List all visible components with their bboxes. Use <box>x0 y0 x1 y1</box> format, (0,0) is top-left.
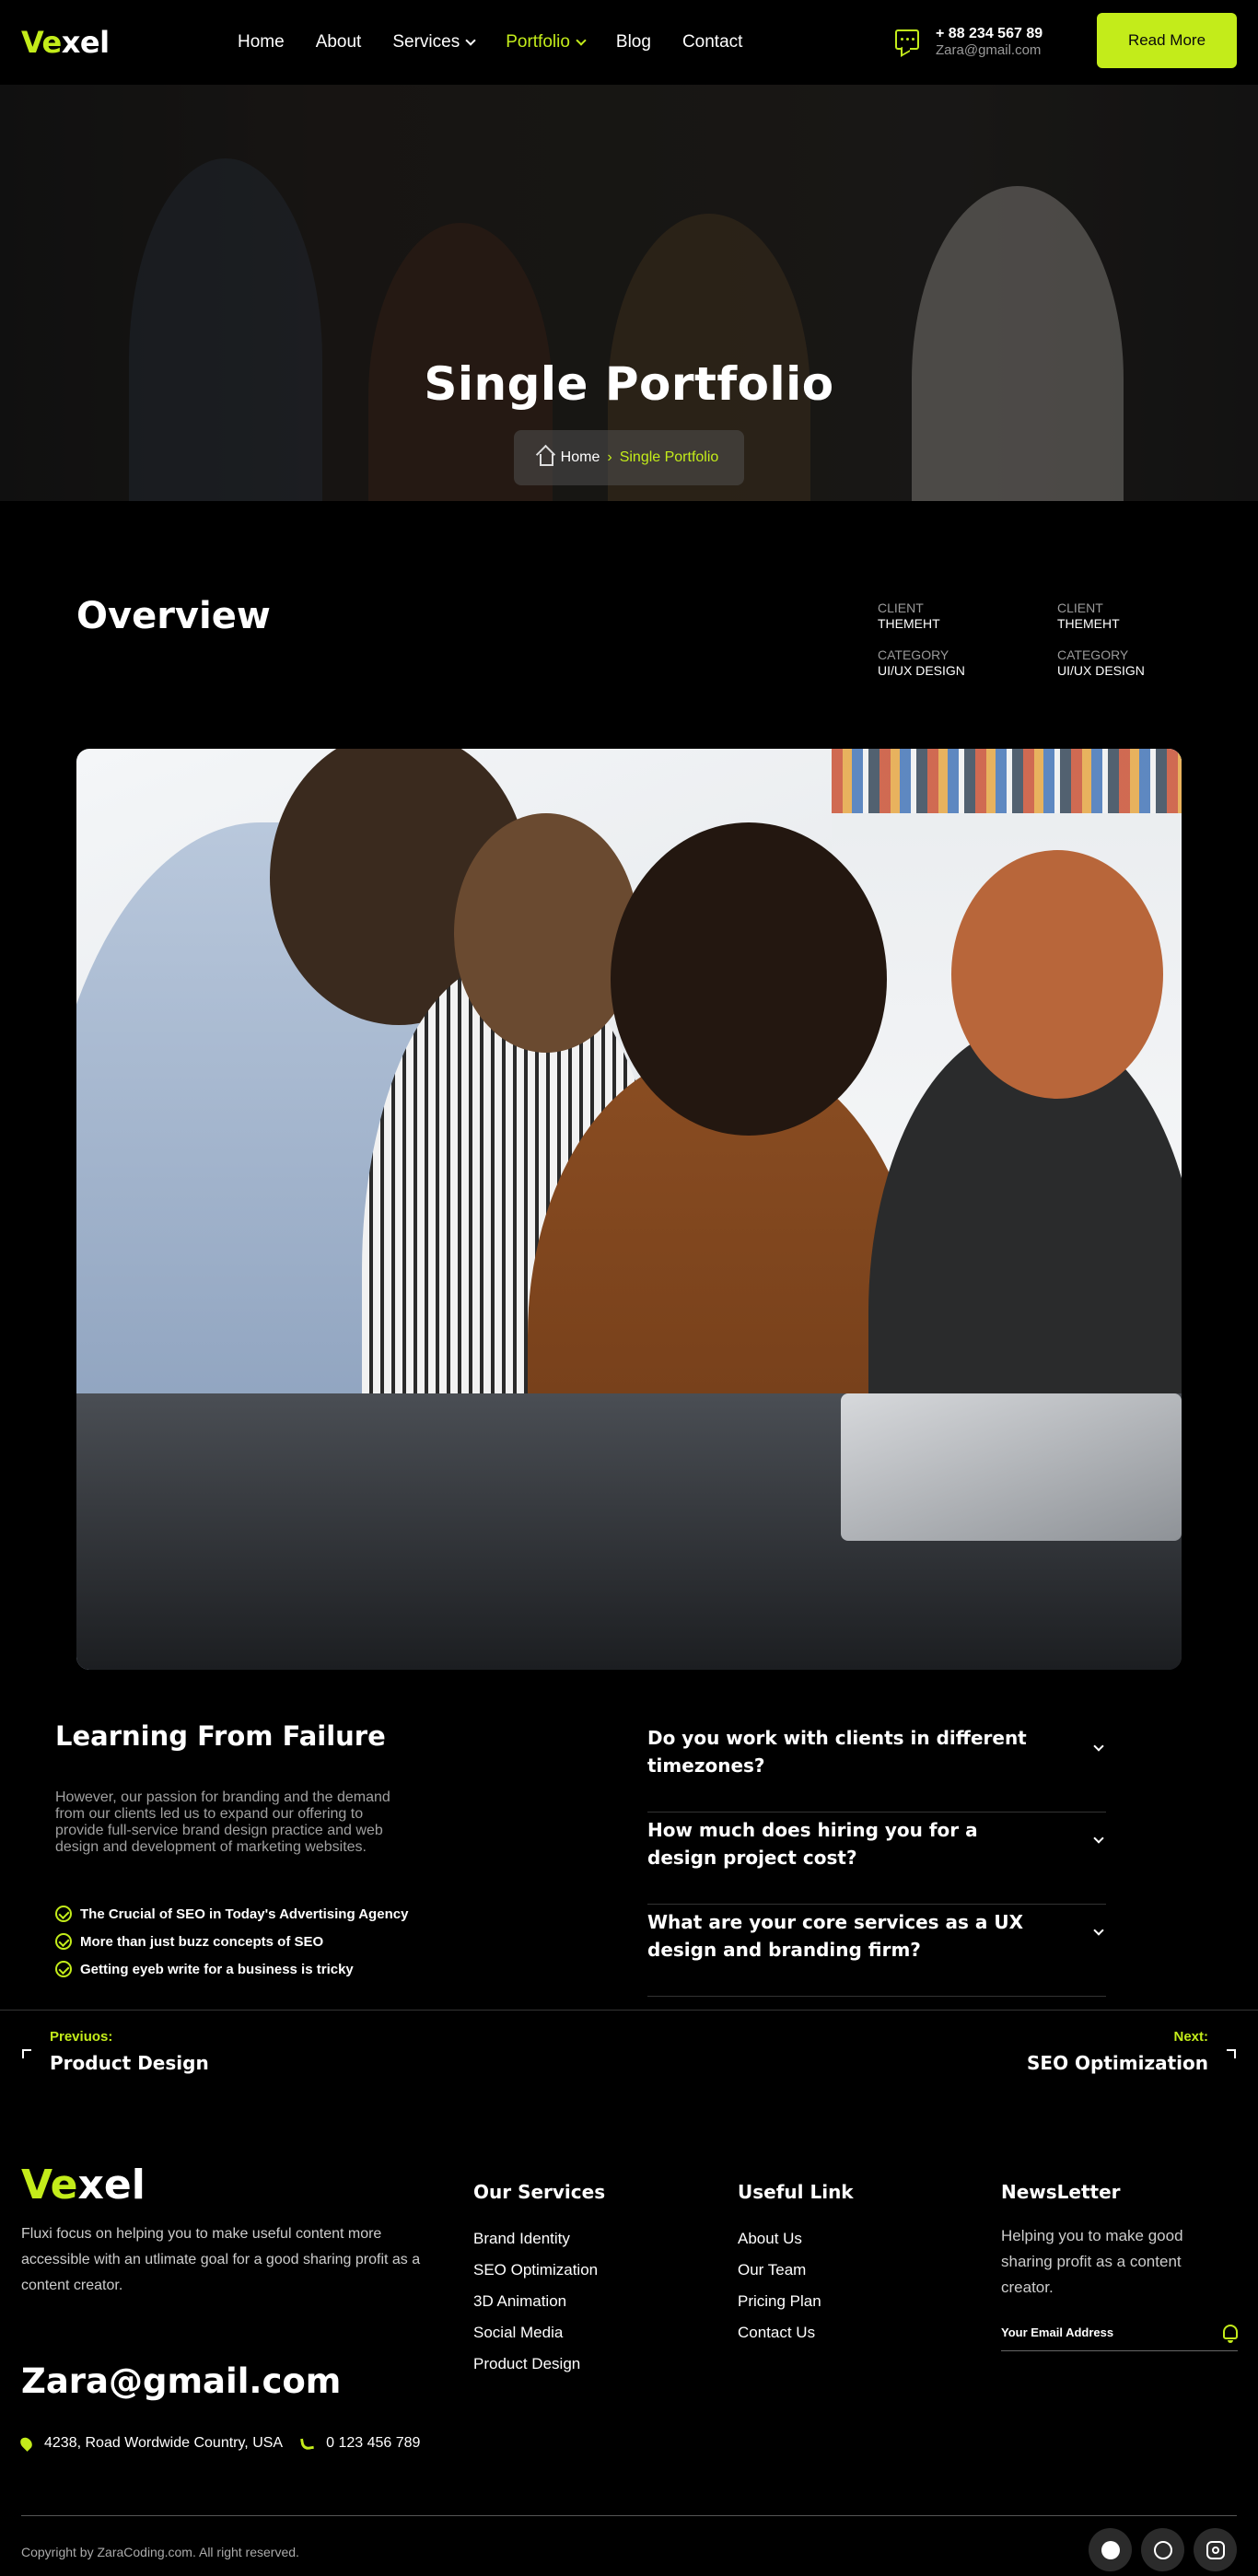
chevron-down-icon <box>576 34 587 46</box>
faq-accordion: Do you work with clients in different ti… <box>647 1720 1106 1997</box>
footer-link[interactable]: Contact Us <box>738 2317 854 2349</box>
arrow-up-right-icon <box>1227 2049 1236 2058</box>
list-item: Getting eyeb write for a business is tri… <box>55 1955 408 1983</box>
breadcrumb: Home › Single Portfolio <box>514 430 744 485</box>
footer-address: 4238, Road Wordwide Country, USA <box>44 2435 284 2451</box>
overview-title: Overview <box>76 595 271 637</box>
learning-title: Learning From Failure <box>55 1720 386 1752</box>
facebook-icon[interactable] <box>1089 2528 1132 2571</box>
footer-email[interactable]: Zara@gmail.com <box>21 2361 341 2401</box>
category-value: UI/UX DESIGN <box>878 663 965 678</box>
list-item: The Crucial of SEO in Today's Advertisin… <box>55 1900 408 1928</box>
dribbble-icon[interactable] <box>1141 2528 1184 2571</box>
footer-link[interactable]: Pricing Plan <box>738 2286 854 2317</box>
newsletter-email-input[interactable] <box>1001 2325 1185 2339</box>
breadcrumb-current: Single Portfolio <box>619 449 719 465</box>
footer-link[interactable]: Brand Identity <box>473 2223 605 2255</box>
footer-link[interactable]: Social Media <box>473 2317 605 2349</box>
instagram-icon[interactable] <box>1194 2528 1237 2571</box>
page-title: Single Portfolio <box>424 357 834 411</box>
footer-link[interactable]: 3D Animation <box>473 2286 605 2317</box>
header-phone[interactable]: + 88 234 567 89 <box>936 26 1043 42</box>
chat-icon <box>895 29 919 50</box>
portfolio-main-image <box>76 749 1182 1670</box>
nav-home[interactable]: Home <box>238 32 285 52</box>
prev-project-link[interactable]: Previuos: Product Design <box>22 2029 209 2074</box>
list-item: More than just buzz concepts of SEO <box>55 1928 408 1955</box>
breadcrumb-home[interactable]: Home <box>561 449 600 466</box>
header-email[interactable]: Zara@gmail.com <box>936 42 1043 59</box>
nav-portfolio[interactable]: Portfolio <box>506 32 587 52</box>
footer-services: Our Services Brand Identity SEO Optimiza… <box>473 2181 605 2380</box>
footer-newsletter: NewsLetter Helping you to make good shar… <box>1001 2181 1238 2351</box>
check-circle-icon <box>55 1933 72 1950</box>
chevron-down-icon <box>1093 1925 1104 1936</box>
divider <box>0 2010 1258 2011</box>
footer-contact: 4238, Road Wordwide Country, USA 0 123 4… <box>17 2435 420 2452</box>
bell-icon[interactable] <box>1223 2325 1238 2343</box>
check-list: The Crucial of SEO in Today's Advertisin… <box>55 1900 408 1983</box>
project-meta: CLIENT THEMEHT CATEGORY UI/UX DESIGN <box>878 600 965 678</box>
copyright-text: Copyright by ZaraCoding.com. All right r… <box>21 2545 299 2559</box>
learning-text: However, our passion for branding and th… <box>55 1789 390 1855</box>
check-circle-icon <box>55 1906 72 1922</box>
hero-banner: Single Portfolio Home › Single Portfolio <box>0 85 1258 501</box>
phone-icon <box>300 2436 315 2451</box>
faq-item[interactable]: Do you work with clients in different ti… <box>647 1720 1106 1813</box>
footer-logo[interactable]: Vexel <box>21 2162 146 2209</box>
client-value: THEMEHT <box>1057 616 1120 631</box>
nav-about[interactable]: About <box>316 32 362 52</box>
faq-item[interactable]: What are your core services as a UX desi… <box>647 1905 1106 1997</box>
arrow-up-left-icon <box>22 2049 31 2058</box>
project-meta: CLIENT THEMEHT CATEGORY UI/UX DESIGN <box>1057 600 1145 678</box>
site-header: Vexel Home About Services Portfolio Blog… <box>0 0 1258 85</box>
check-circle-icon <box>55 1961 72 1977</box>
social-links <box>1089 2528 1237 2571</box>
footer-link[interactable]: SEO Optimization <box>473 2255 605 2286</box>
footer-link[interactable]: Our Team <box>738 2255 854 2286</box>
client-value: THEMEHT <box>878 616 940 631</box>
footer-link[interactable]: About Us <box>738 2223 854 2255</box>
nav-blog[interactable]: Blog <box>616 32 651 52</box>
logo[interactable]: Vexel <box>21 25 110 60</box>
chevron-right-icon: › <box>607 449 612 465</box>
next-project-link[interactable]: Next: SEO Optimization <box>1027 2029 1236 2074</box>
main-nav: Home About Services Portfolio Blog Conta… <box>238 0 774 85</box>
footer-link[interactable]: Product Design <box>473 2349 605 2380</box>
read-more-button[interactable]: Read More <box>1097 13 1237 68</box>
faq-item[interactable]: How much does hiring you for a design pr… <box>647 1813 1106 1905</box>
footer-about: Fluxi focus on helping you to make usefu… <box>21 2226 421 2293</box>
footer-phone[interactable]: 0 123 456 789 <box>326 2435 420 2452</box>
nav-contact[interactable]: Contact <box>682 32 742 52</box>
overview-section: Overview CLIENT THEMEHT CATEGORY UI/UX D… <box>0 501 1258 750</box>
chevron-down-icon <box>465 34 476 46</box>
header-contact: + 88 234 567 89 Zara@gmail.com <box>895 26 1043 59</box>
newsletter-form <box>1001 2325 1238 2351</box>
nav-services[interactable]: Services <box>392 32 476 52</box>
chevron-down-icon <box>1093 1833 1104 1844</box>
divider <box>21 2515 1237 2516</box>
chevron-down-icon <box>1093 1741 1104 1752</box>
location-pin-icon <box>17 2435 35 2452</box>
home-icon <box>539 454 553 466</box>
category-value: UI/UX DESIGN <box>1057 663 1145 678</box>
footer-useful-links: Useful Link About Us Our Team Pricing Pl… <box>738 2181 854 2349</box>
